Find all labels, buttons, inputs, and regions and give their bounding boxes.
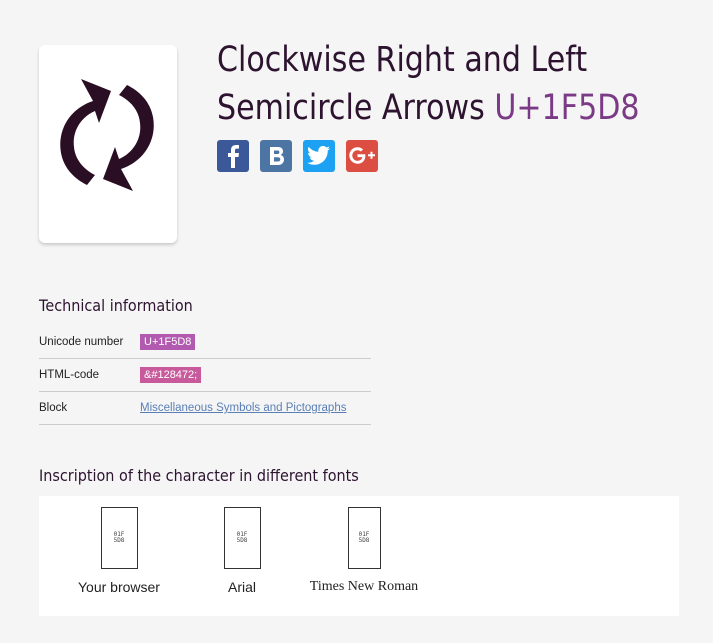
facebook-icon (228, 145, 239, 168)
share-google-plus-button[interactable] (346, 140, 378, 172)
block-label: Block (39, 402, 68, 414)
font-sample-arial: 01F 5D8 Arial (182, 507, 302, 595)
share-buttons (217, 140, 378, 172)
html-code-row: HTML-code &#128472; (39, 359, 371, 392)
page-title: Clockwise Right and Left Semicircle Arro… (217, 36, 640, 132)
share-twitter-button[interactable] (303, 140, 335, 172)
vk-icon (270, 147, 284, 165)
title-line-1: Clockwise Right and Left (217, 40, 588, 80)
fonts-inscription-heading: Inscription of the character in differen… (39, 466, 359, 485)
html-code-value[interactable]: &#128472; (140, 367, 202, 383)
font-sample-label: Your browser (78, 579, 160, 595)
font-sample-browser: 01F 5D8 Your browser (59, 507, 179, 595)
unicode-number-row: Unicode number U+1F5D8 (39, 326, 371, 359)
technical-information-table: Unicode number U+1F5D8 HTML-code &#12847… (39, 326, 371, 425)
share-vk-button[interactable] (260, 140, 292, 172)
character-glyph-card (39, 45, 177, 243)
technical-information-heading: Technical information (39, 296, 193, 315)
unicode-number-label: Unicode number (39, 336, 124, 348)
fonts-inscription-panel: 01F 5D8 Your browser 01F 5D8 Arial 01F 5D8 … (39, 496, 679, 616)
unicode-number-value[interactable]: U+1F5D8 (140, 334, 196, 350)
google-plus-icon (349, 147, 375, 164)
clockwise-semicircle-arrows-icon (60, 79, 154, 191)
block-link[interactable]: Miscellaneous Symbols and Pictographs (140, 402, 346, 414)
html-code-label: HTML-code (39, 369, 100, 381)
title-code-point: U+1F5D8 (494, 88, 640, 128)
missing-glyph-box: 01F 5D8 (100, 507, 138, 569)
missing-glyph-box: 01F 5D8 (223, 507, 261, 569)
block-row: Block Miscellaneous Symbols and Pictogra… (39, 392, 371, 425)
title-line-2: Semicircle Arrows (217, 88, 485, 128)
share-facebook-button[interactable] (217, 140, 249, 172)
font-sample-label: Times New Roman (309, 579, 419, 594)
twitter-icon (307, 146, 330, 165)
missing-glyph-box: 01F 5D8 (347, 507, 381, 569)
font-sample-times-new-roman: 01F 5D8 Times New Roman (304, 507, 424, 595)
font-sample-label: Arial (227, 579, 256, 595)
